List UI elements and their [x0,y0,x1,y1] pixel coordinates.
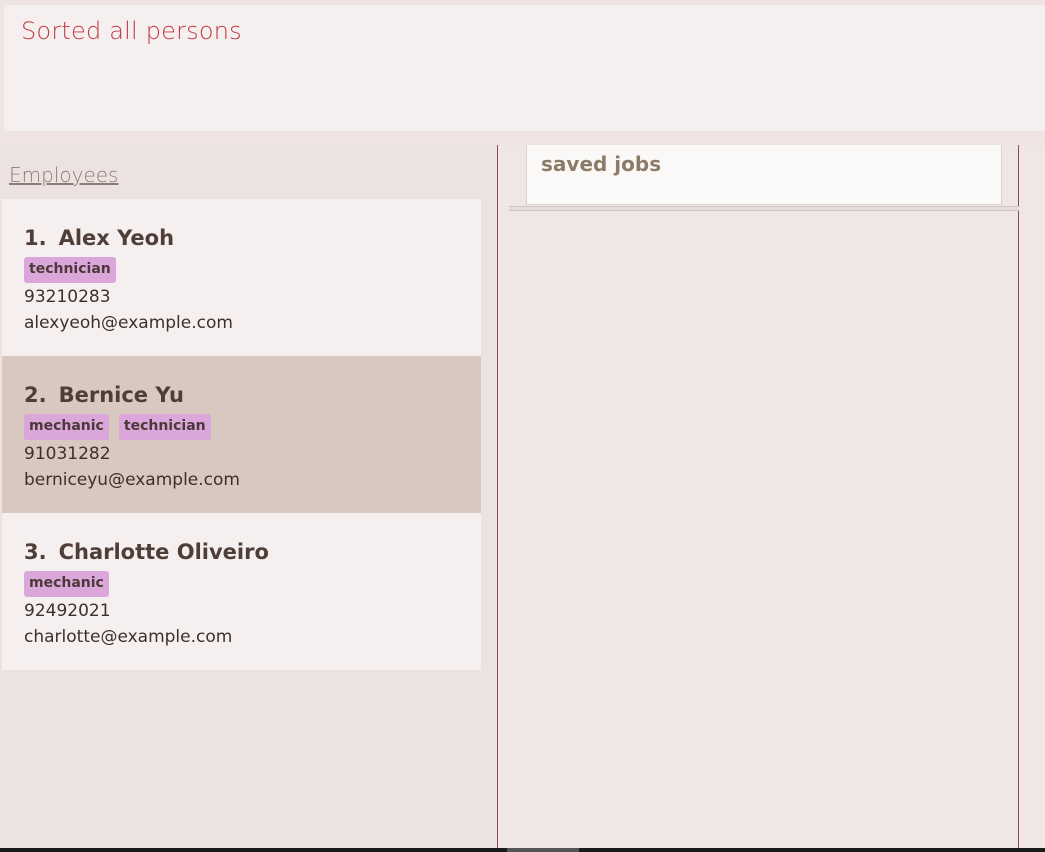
jobs-divider[interactable] [509,206,1019,211]
person-tags: mechanic technician [24,414,481,440]
person-name: Bernice Yu [58,383,184,407]
status-bar-segment [507,848,579,852]
employees-panel: Employees 1. Alex Yeoh technician 93210283 a… [0,145,497,852]
result-display-area: Sorted all persons [0,0,1045,137]
saved-jobs-card[interactable]: saved jobs [526,145,1002,205]
person-title: 2. Bernice Yu [24,380,481,410]
person-tags: technician [24,257,481,283]
person-title: 3. Charlotte Oliveiro [24,537,481,567]
tag-badge: technician [118,414,211,440]
result-display: Sorted all persons [4,5,1045,131]
tag-badge: mechanic [24,414,109,440]
person-list[interactable]: 1. Alex Yeoh technician 93210283 alexyeoh@ex… [2,199,481,670]
person-card[interactable]: 1. Alex Yeoh technician 93210283 alexyeoh@ex… [2,199,481,356]
result-message: Sorted all persons [21,17,242,45]
person-index: 1. [24,226,47,250]
right-panel [1019,145,1045,852]
person-tags: mechanic [24,571,481,597]
employees-header[interactable]: Employees [9,163,118,187]
person-phone: 93210283 [24,287,111,307]
person-card[interactable]: 2. Bernice Yu mechanic technician 91031282 be… [2,356,481,513]
tag-badge: mechanic [24,571,109,597]
person-card[interactable]: 3. Charlotte Oliveiro mechanic 92492021 char… [2,513,481,670]
person-name: Charlotte Oliveiro [58,540,269,564]
person-index: 3. [24,540,47,564]
person-email: berniceyu@example.com [24,470,240,490]
person-email: charlotte@example.com [24,627,233,647]
person-title: 1. Alex Yeoh [24,223,481,253]
person-name: Alex Yeoh [58,226,175,250]
person-email: alexyeoh@example.com [24,313,233,333]
tag-badge: technician [24,257,116,283]
person-index: 2. [24,383,47,407]
jobs-panel: saved jobs [497,145,1019,852]
person-phone: 92492021 [24,601,111,621]
saved-jobs-title: saved jobs [541,152,662,176]
person-phone: 91031282 [24,444,111,464]
app-window: Sorted all persons Employees 1. Alex Yeoh… [0,0,1045,852]
